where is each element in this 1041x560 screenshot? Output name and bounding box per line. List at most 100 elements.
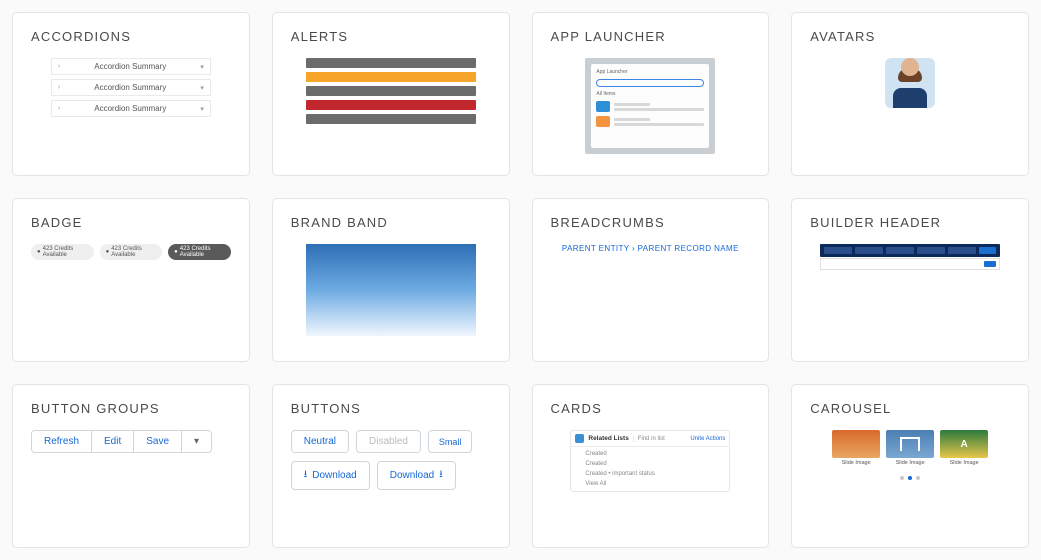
app-launcher-heading: App Launcher xyxy=(596,69,704,75)
badge-item: ● 423 Credits Available xyxy=(100,244,163,260)
card-title: BUILDER HEADER xyxy=(810,215,1010,230)
menu-icon: ▾ xyxy=(200,84,204,92)
accordion-row: › Accordion Summary ▾ xyxy=(51,58,211,75)
carousel-row: Slide Image Slide Image Slide Image xyxy=(832,430,988,466)
menu-icon: ▾ xyxy=(200,105,204,113)
card-title: BUTTONS xyxy=(291,401,491,416)
carousel-thumb xyxy=(940,430,988,458)
card-cards[interactable]: CARDS Related Lists Find in list Unite A… xyxy=(532,384,770,548)
carousel-item: Slide Image xyxy=(886,430,934,466)
card-accordions[interactable]: ACCORDIONS › Accordion Summary ▾ › Accor… xyxy=(12,12,250,176)
card-app-launcher[interactable]: APP LAUNCHER App Launcher All Items xyxy=(532,12,770,176)
accordion-row: › Accordion Summary ▾ xyxy=(51,100,211,117)
accordion-label: Accordion Summary xyxy=(94,104,166,113)
card-carousel[interactable]: CAROUSEL Slide Image Slide Image Slide I… xyxy=(791,384,1029,548)
breadcrumb: PARENT ENTITY › PARENT RECORD NAME xyxy=(562,244,739,253)
preview-brand-band xyxy=(291,244,491,336)
carousel-item: Slide Image xyxy=(832,430,880,466)
chevron-right-icon: › xyxy=(58,84,60,91)
card-title: BUTTON GROUPS xyxy=(31,401,231,416)
app-tile-icon xyxy=(596,101,610,112)
download-button[interactable]: Download ⭳ xyxy=(377,461,456,490)
small-button[interactable]: Small xyxy=(428,430,473,453)
carousel-dot[interactable] xyxy=(908,476,912,480)
save-button[interactable]: Save xyxy=(134,431,182,452)
dropdown-icon[interactable]: ▾ xyxy=(182,431,211,452)
mini-line: Created • important status xyxy=(585,471,715,477)
badge-item: ● 423 Credits Available xyxy=(31,244,94,260)
card-buttons[interactable]: BUTTONS Neutral Disabled Small ⭳ Downloa… xyxy=(272,384,510,548)
button-group: Refresh Edit Save ▾ xyxy=(31,430,212,453)
card-avatars[interactable]: AVATARS xyxy=(791,12,1029,176)
carousel-thumb xyxy=(832,430,880,458)
alert-info xyxy=(306,58,476,68)
preview-badge: ● 423 Credits Available ● 423 Credits Av… xyxy=(31,244,231,260)
preview-accordions: › Accordion Summary ▾ › Accordion Summar… xyxy=(31,58,231,117)
mini-card: Related Lists Find in list Unite Actions… xyxy=(570,430,730,492)
carousel-dot[interactable] xyxy=(916,476,920,480)
card-title: CARDS xyxy=(551,401,751,416)
mini-action: Unite Actions xyxy=(690,436,725,442)
badge-row: ● 423 Credits Available ● 423 Credits Av… xyxy=(31,244,231,260)
alert-info xyxy=(306,86,476,96)
card-icon xyxy=(575,434,584,443)
download-icon: ⭳ xyxy=(439,467,443,484)
brand-band-graphic xyxy=(306,244,476,336)
card-title: ALERTS xyxy=(291,29,491,44)
accordion-label: Accordion Summary xyxy=(94,62,166,71)
card-title: BREADCRUMBS xyxy=(551,215,751,230)
preview-avatars xyxy=(810,58,1010,108)
carousel-dot[interactable] xyxy=(900,476,904,480)
card-breadcrumbs[interactable]: BREADCRUMBS PARENT ENTITY › PARENT RECOR… xyxy=(532,198,770,362)
avatar xyxy=(885,58,935,108)
alert-warning xyxy=(306,72,476,82)
app-launcher-panel: App Launcher All Items xyxy=(591,64,709,148)
mini-line: Created xyxy=(585,461,715,467)
app-launcher-frame: App Launcher All Items xyxy=(585,58,715,154)
builder-header xyxy=(820,244,1000,270)
alert-error xyxy=(306,100,476,110)
card-badge[interactable]: BADGE ● 423 Credits Available ● 423 Cred… xyxy=(12,198,250,362)
preview-cards: Related Lists Find in list Unite Actions… xyxy=(551,430,751,492)
card-button-groups[interactable]: BUTTON GROUPS Refresh Edit Save ▾ xyxy=(12,384,250,548)
accordion-row: › Accordion Summary ▾ xyxy=(51,79,211,96)
preview-carousel: Slide Image Slide Image Slide Image xyxy=(810,430,1010,480)
download-button[interactable]: ⭳ Download xyxy=(291,461,370,490)
chevron-right-icon: › xyxy=(58,63,60,70)
app-item xyxy=(596,116,704,127)
disabled-button: Disabled xyxy=(356,430,421,453)
carousel-dots xyxy=(900,476,920,480)
card-builder-header[interactable]: BUILDER HEADER xyxy=(791,198,1029,362)
app-item-text xyxy=(614,118,704,126)
carousel-caption: Slide Image xyxy=(886,460,934,466)
card-title: BRAND BAND xyxy=(291,215,491,230)
download-icon: ⭳ xyxy=(304,467,308,484)
carousel-caption: Slide Image xyxy=(940,460,988,466)
component-grid: ACCORDIONS › Accordion Summary ▾ › Accor… xyxy=(12,12,1029,548)
app-item xyxy=(596,101,704,112)
preview-buttons: Neutral Disabled Small ⭳ Download Downlo… xyxy=(291,430,491,490)
preview-alerts xyxy=(291,58,491,124)
preview-button-groups: Refresh Edit Save ▾ xyxy=(31,430,231,453)
card-title: BADGE xyxy=(31,215,231,230)
search-input xyxy=(596,79,704,87)
card-title: APP LAUNCHER xyxy=(551,29,751,44)
app-item-text xyxy=(614,103,704,111)
refresh-button[interactable]: Refresh xyxy=(32,431,92,452)
app-launcher-section: All Items xyxy=(596,91,704,97)
edit-button[interactable]: Edit xyxy=(92,431,134,452)
menu-icon: ▾ xyxy=(200,63,204,71)
card-brand-band[interactable]: BRAND BAND xyxy=(272,198,510,362)
neutral-button[interactable]: Neutral xyxy=(291,430,349,453)
preview-builder-header xyxy=(810,244,1010,270)
save-button xyxy=(984,261,996,267)
card-alerts[interactable]: ALERTS xyxy=(272,12,510,176)
card-title: CAROUSEL xyxy=(810,401,1010,416)
carousel-thumb xyxy=(886,430,934,458)
carousel-caption: Slide Image xyxy=(832,460,880,466)
mini-line: View All xyxy=(585,481,715,487)
app-tile-icon xyxy=(596,116,610,127)
carousel-item: Slide Image xyxy=(940,430,988,466)
preview-app-launcher: App Launcher All Items xyxy=(551,58,751,154)
accordion-label: Accordion Summary xyxy=(94,83,166,92)
